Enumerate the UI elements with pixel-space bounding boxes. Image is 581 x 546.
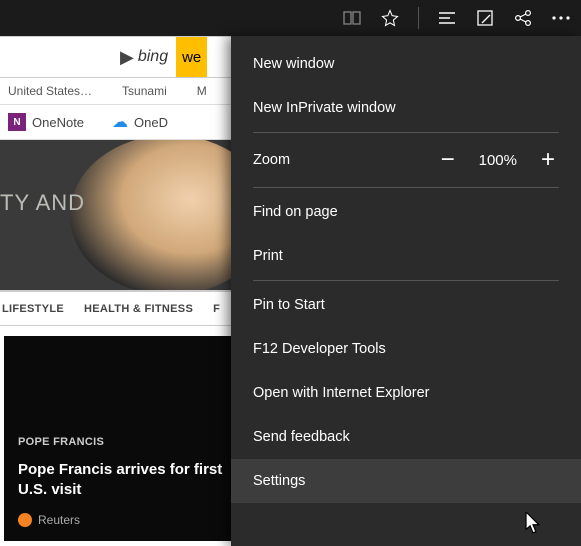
onedrive-app[interactable]: ☁ OneD bbox=[112, 112, 168, 132]
reuters-icon bbox=[18, 513, 32, 527]
tile-headline: Pope Francis arrives for first U.S. visi… bbox=[18, 460, 244, 499]
menu-separator bbox=[253, 187, 559, 188]
more-menu: New window New InPrivate window Zoom − 1… bbox=[231, 36, 581, 546]
nav-health[interactable]: HEALTH & FITNESS bbox=[84, 303, 193, 315]
window-titlebar bbox=[0, 0, 581, 36]
menu-open-ie[interactable]: Open with Internet Explorer bbox=[231, 371, 581, 415]
hub-icon[interactable] bbox=[437, 8, 457, 28]
onedrive-label: OneD bbox=[134, 115, 168, 130]
trending-item[interactable]: United States… bbox=[8, 84, 92, 98]
share-icon[interactable] bbox=[513, 8, 533, 28]
onenote-label: OneNote bbox=[32, 115, 84, 130]
more-icon[interactable] bbox=[551, 8, 571, 28]
onedrive-icon: ☁ bbox=[112, 112, 128, 132]
menu-new-window[interactable]: New window bbox=[231, 42, 581, 86]
menu-find[interactable]: Find on page bbox=[231, 190, 581, 234]
hero-text: TY AND bbox=[0, 190, 85, 216]
tile-source: Reuters bbox=[18, 513, 80, 527]
reading-view-icon[interactable] bbox=[342, 8, 362, 28]
search-input-text[interactable]: we bbox=[176, 37, 207, 77]
zoom-in-button[interactable]: + bbox=[537, 146, 559, 174]
web-note-icon[interactable] bbox=[475, 8, 495, 28]
menu-print[interactable]: Print bbox=[231, 234, 581, 278]
trending-item[interactable]: Tsunami bbox=[122, 84, 167, 98]
tile-category: POPE FRANCIS bbox=[18, 436, 104, 448]
menu-zoom-row: Zoom − 100% + bbox=[231, 135, 581, 185]
nav-lifestyle[interactable]: LIFESTYLE bbox=[2, 303, 64, 315]
bing-logo[interactable]: ▶bing bbox=[120, 47, 168, 68]
titlebar-separator bbox=[418, 7, 419, 29]
favorite-star-icon[interactable] bbox=[380, 8, 400, 28]
menu-new-inprivate[interactable]: New InPrivate window bbox=[231, 86, 581, 130]
menu-separator bbox=[253, 280, 559, 281]
menu-separator bbox=[253, 132, 559, 133]
trending-item[interactable]: M bbox=[197, 84, 207, 98]
nav-item[interactable]: F bbox=[213, 303, 220, 315]
bing-label: bing bbox=[138, 48, 168, 66]
menu-settings[interactable]: Settings bbox=[231, 459, 581, 503]
zoom-out-button[interactable]: − bbox=[437, 146, 459, 174]
menu-pin[interactable]: Pin to Start bbox=[231, 283, 581, 327]
menu-devtools[interactable]: F12 Developer Tools bbox=[231, 327, 581, 371]
zoom-value: 100% bbox=[479, 152, 517, 169]
source-label: Reuters bbox=[38, 513, 80, 527]
onenote-icon: N bbox=[8, 113, 26, 131]
zoom-label: Zoom bbox=[253, 152, 290, 168]
menu-feedback[interactable]: Send feedback bbox=[231, 415, 581, 459]
onenote-app[interactable]: N OneNote bbox=[8, 113, 84, 131]
